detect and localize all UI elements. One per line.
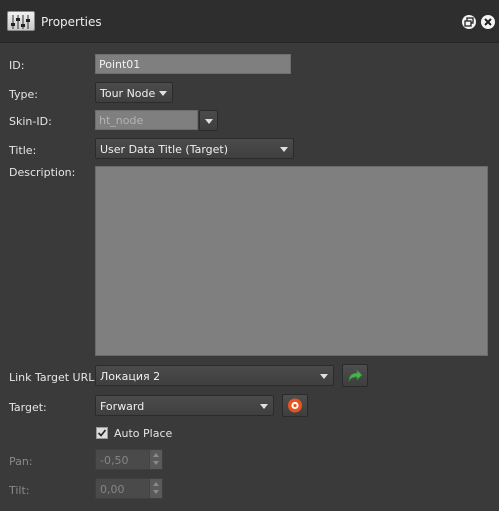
target-ring-icon bbox=[288, 398, 302, 413]
arrow-forward-icon bbox=[348, 369, 363, 383]
chevron-down-icon bbox=[159, 91, 167, 96]
type-label: Type: bbox=[9, 88, 38, 101]
target-dropdown[interactable]: Forward bbox=[95, 395, 274, 416]
pan-value: -0,50 bbox=[100, 454, 129, 467]
link-go-button[interactable] bbox=[342, 364, 368, 387]
restore-icon[interactable] bbox=[462, 15, 476, 29]
description-textarea[interactable] bbox=[95, 166, 488, 356]
pan-stepper[interactable] bbox=[149, 450, 162, 469]
close-icon[interactable] bbox=[481, 15, 495, 29]
chevron-up-icon bbox=[153, 453, 159, 457]
pan-spinbox[interactable]: -0,50 bbox=[95, 449, 163, 470]
type-dropdown-value: Tour Node bbox=[100, 87, 156, 100]
window-title: Properties bbox=[41, 15, 102, 29]
chevron-down-icon bbox=[153, 461, 159, 465]
tilt-stepper[interactable] bbox=[149, 479, 162, 498]
skin-id-label: Skin-ID: bbox=[9, 115, 52, 128]
chevron-down-icon bbox=[260, 404, 268, 409]
title-bar: Properties bbox=[0, 0, 499, 43]
link-target-url-dropdown[interactable]: Локация 2 bbox=[95, 365, 334, 386]
pan-label: Pan: bbox=[9, 455, 33, 468]
properties-sliders-icon bbox=[7, 11, 35, 31]
target-pick-button[interactable] bbox=[282, 394, 308, 417]
title-label: Title: bbox=[9, 144, 37, 157]
auto-place-label: Auto Place bbox=[114, 427, 173, 440]
id-label: ID: bbox=[9, 59, 25, 72]
auto-place-checkbox[interactable] bbox=[96, 427, 108, 439]
tilt-spinbox[interactable]: 0,00 bbox=[95, 478, 163, 499]
chevron-down-icon bbox=[280, 147, 288, 152]
chevron-down-icon bbox=[153, 490, 159, 494]
tilt-value: 0,00 bbox=[100, 483, 125, 496]
target-label: Target: bbox=[9, 401, 47, 414]
link-target-url-value: Локация 2 bbox=[100, 370, 161, 383]
check-icon bbox=[97, 429, 107, 437]
chevron-down-icon bbox=[205, 119, 213, 124]
description-label: Description: bbox=[9, 166, 76, 179]
chevron-up-icon bbox=[153, 482, 159, 486]
type-dropdown[interactable]: Tour Node bbox=[95, 82, 173, 103]
skin-id-field[interactable]: ht_node bbox=[95, 110, 198, 130]
tilt-label: Tilt: bbox=[9, 484, 30, 497]
link-target-url-label: Link Target URL: bbox=[9, 371, 99, 384]
skin-id-dropdown-button[interactable] bbox=[199, 110, 218, 131]
id-field[interactable]: Point01 bbox=[95, 54, 291, 74]
title-dropdown[interactable]: User Data Title (Target) bbox=[95, 138, 294, 159]
target-dropdown-value: Forward bbox=[100, 400, 145, 413]
title-dropdown-value: User Data Title (Target) bbox=[100, 143, 229, 156]
chevron-down-icon bbox=[320, 374, 328, 379]
